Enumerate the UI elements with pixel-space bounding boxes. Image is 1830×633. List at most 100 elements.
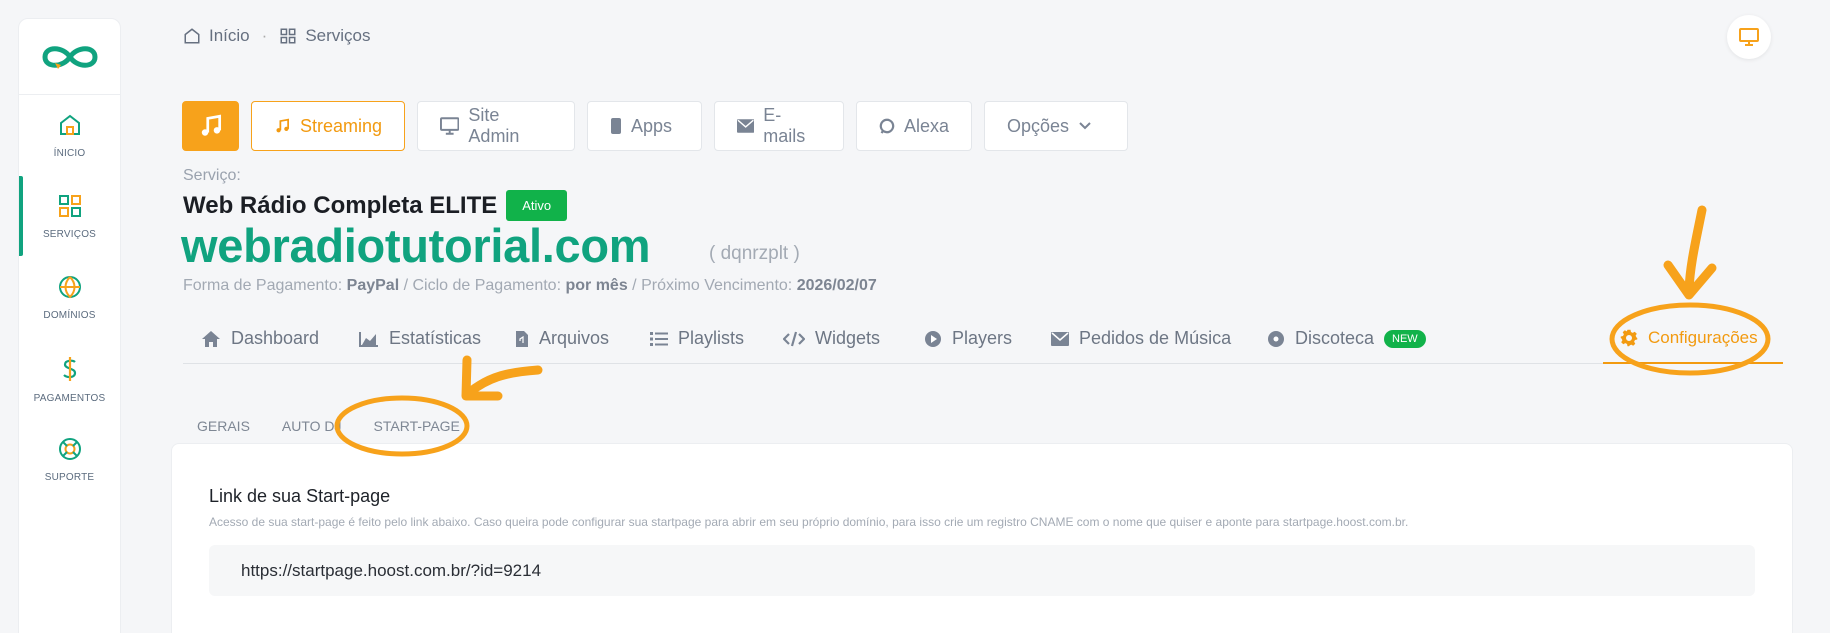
site-admin-label: Site Admin — [468, 105, 520, 146]
tab-label: Estatísticas — [389, 328, 482, 348]
list-icon — [650, 331, 668, 346]
grid-icon — [58, 195, 81, 217]
home-icon — [184, 28, 200, 44]
breadcrumb-separator: · — [261, 26, 268, 45]
monitor-icon — [440, 117, 460, 135]
service-name: Web Rádio Completa ELITE — [183, 191, 498, 219]
home-icon — [202, 330, 220, 347]
startpage-url-field[interactable]: https://startpage.hoost.com.br/?id=9214 — [209, 545, 1755, 596]
apps-label: Apps — [631, 115, 673, 136]
home-icon — [59, 114, 80, 135]
service-id: ( dqnrzplt ) — [709, 243, 800, 264]
opcoes-dropdown[interactable]: Opções — [984, 101, 1128, 151]
payment-info: Forma de Pagamento: PayPal / Ciclo de Pa… — [183, 277, 877, 295]
due-value: 2026/02/07 — [796, 277, 877, 294]
sidebar-item-pagamentos[interactable]: PAGAMENTOS — [19, 356, 120, 406]
alexa-button[interactable]: Alexa — [856, 101, 972, 151]
tab-widgets[interactable]: Widgets — [783, 328, 880, 349]
emails-label: E-mails — [763, 105, 806, 146]
tab-label: Players — [952, 328, 1013, 348]
tab-playlists[interactable]: Playlists — [650, 328, 744, 349]
new-badge: NEW — [1384, 329, 1426, 348]
play-circle-icon — [925, 330, 941, 347]
status-badge: Ativo — [506, 190, 568, 221]
gear-icon — [1620, 329, 1638, 347]
tab-discoteca[interactable]: Discoteca NEW — [1267, 328, 1426, 349]
sidebar-item-label: SERVIÇOS — [42, 229, 97, 240]
cycle-value: por mês — [565, 277, 628, 294]
tab-label: Configurações — [1648, 328, 1758, 347]
due-label: / Próximo Vencimento: — [632, 277, 793, 294]
lifebuoy-icon — [58, 438, 81, 460]
startpage-card: Link de sua Start-page Acesso de sua sta… — [171, 443, 1793, 633]
envelope-icon — [1051, 331, 1069, 346]
alexa-icon — [879, 118, 895, 134]
streaming-button[interactable]: Streaming — [251, 101, 405, 151]
sidebar-item-dominios[interactable]: DOMÍNIOS — [19, 275, 120, 323]
service-name-row: Web Rádio Completa ELITE Ativo — [183, 190, 568, 221]
code-icon — [783, 331, 805, 346]
sidebar: ÍNICIO SERVIÇOS DOMÍNIOS PAGAMENTOS SUPO… — [18, 18, 121, 633]
tab-arquivos[interactable]: Arquivos — [515, 328, 609, 349]
disc-icon — [1268, 330, 1284, 347]
tab-label: Playlists — [678, 328, 745, 348]
tab-label: Pedidos de Música — [1079, 328, 1232, 348]
configuracoes-arrow — [1663, 205, 1717, 300]
active-tab-underline — [1603, 362, 1783, 364]
tab-estatisticas[interactable]: Estatísticas — [359, 328, 481, 349]
domain-title: webradiotutorial.com — [181, 219, 651, 272]
tab-configuracoes[interactable]: Configurações — [1620, 328, 1758, 348]
startpage-url: https://startpage.hoost.com.br/?id=9214 — [241, 560, 542, 580]
subtab-start-page[interactable]: START-PAGE — [374, 418, 460, 434]
sidebar-item-label: SUPORTE — [44, 472, 95, 483]
sidebar-item-label: ÍNICIO — [53, 148, 86, 159]
sidebar-item-inicio[interactable]: ÍNICIO — [19, 113, 120, 161]
tab-pedidos[interactable]: Pedidos de Música — [1051, 328, 1231, 349]
subtab-gerais[interactable]: GERAIS — [197, 418, 250, 434]
logo[interactable] — [19, 19, 120, 95]
tab-dashboard[interactable]: Dashboard — [201, 328, 319, 349]
music-button[interactable] — [182, 101, 239, 151]
payment-label: Forma de Pagamento: — [183, 277, 343, 294]
infinity-logo-icon — [41, 45, 98, 69]
music-note-icon — [276, 118, 290, 133]
globe-icon — [58, 276, 81, 299]
monitor-icon — [1739, 28, 1759, 46]
site-admin-button[interactable]: Site Admin — [417, 101, 575, 151]
file-audio-icon — [516, 330, 528, 347]
mobile-icon — [611, 118, 621, 134]
chevron-down-icon — [1079, 122, 1091, 130]
service-nav: Dashboard Estatísticas Arquivos Playlist… — [183, 316, 1783, 364]
subtab-auto-dj[interactable]: AUTO DJ — [282, 418, 342, 434]
service-button-bar: Streaming Site Admin Apps E-mails Alexa … — [182, 101, 1128, 151]
tab-players[interactable]: Players — [924, 328, 1012, 349]
alexa-label: Alexa — [903, 115, 949, 136]
envelope-icon — [737, 119, 755, 133]
startpage-title: Link de sua Start-page — [209, 486, 391, 506]
dollar-icon — [62, 357, 76, 381]
sidebar-item-suporte[interactable]: SUPORTE — [19, 437, 120, 485]
breadcrumb-current[interactable]: Serviços — [305, 26, 370, 46]
opcoes-label: Opções — [1007, 115, 1070, 136]
service-label: Serviço: — [183, 167, 241, 184]
settings-subtabs: GERAIS AUTO DJ START-PAGE — [197, 418, 492, 434]
streaming-label: Streaming — [299, 115, 382, 136]
sidebar-item-servicos[interactable]: SERVIÇOS — [19, 194, 120, 242]
tab-label: Arquivos — [539, 328, 610, 348]
grid-icon — [280, 28, 296, 44]
start-page-arrow — [461, 355, 543, 401]
breadcrumb-home[interactable]: Início — [209, 26, 250, 46]
music-note-icon — [201, 114, 221, 136]
breadcrumb: Início · Serviços — [183, 26, 371, 46]
apps-button[interactable]: Apps — [587, 101, 702, 151]
emails-button[interactable]: E-mails — [714, 101, 844, 151]
tab-label: Widgets — [815, 328, 881, 348]
area-chart-icon — [359, 331, 378, 347]
monitor-button[interactable] — [1727, 15, 1771, 59]
sidebar-item-label: DOMÍNIOS — [43, 310, 96, 321]
tab-label: Dashboard — [231, 328, 320, 348]
payment-value: PayPal — [346, 277, 400, 294]
tab-label: Discoteca — [1295, 328, 1375, 348]
startpage-description: Acesso de sua start-page é feito pelo li… — [209, 515, 1409, 529]
sidebar-item-label: PAGAMENTOS — [33, 393, 106, 404]
